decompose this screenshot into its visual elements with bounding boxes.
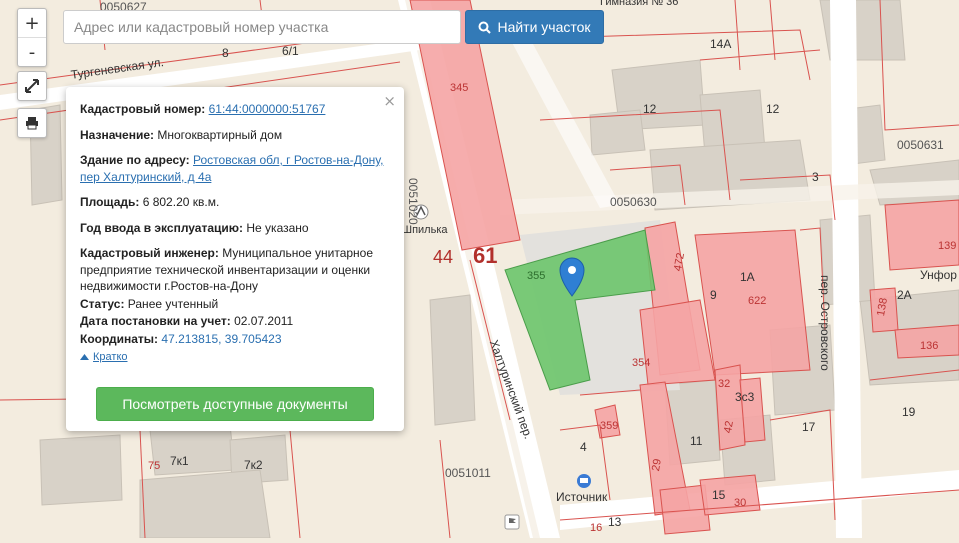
year-label: Год ввода в эксплуатацию:: [80, 220, 244, 235]
house-number: 11: [690, 434, 703, 448]
collapse-toggle[interactable]: Кратко: [80, 349, 390, 366]
print-button[interactable]: [18, 109, 46, 137]
poi-label: Шпилька: [402, 224, 448, 236]
house-number: 12: [766, 102, 780, 116]
purpose-value: Многоквартирный дом: [157, 127, 283, 142]
fullscreen-control: [17, 71, 47, 101]
area-label: Площадь:: [80, 195, 140, 209]
quarter-number: 44: [433, 247, 454, 267]
parcel-number: 75: [148, 460, 161, 472]
status-label: Статус:: [80, 296, 125, 311]
parcel-number: 136: [920, 340, 939, 352]
house-number: 12: [643, 102, 657, 116]
zoom-control: + -: [17, 8, 47, 67]
house-number: 3с3: [735, 390, 755, 404]
search-button-label: Найти участок: [497, 19, 591, 35]
status-value: Ранее учтенный: [127, 296, 219, 311]
triangle-up-icon: [80, 354, 89, 361]
parcel-number: 32: [718, 378, 731, 390]
cadastral-number-link[interactable]: 61:44:0000000:51767: [209, 102, 326, 116]
parcel-number: 359: [600, 420, 619, 432]
house-number: 17: [802, 420, 816, 434]
house-number: 7к1: [170, 454, 189, 468]
shop-poi-icon[interactable]: [577, 474, 591, 488]
house-number: 13: [608, 515, 622, 529]
print-icon: [26, 117, 38, 130]
house-number: 4: [580, 440, 587, 454]
parcel-number: 355: [527, 270, 546, 282]
address-label: Здание по адресу:: [80, 153, 190, 167]
flag-poi-icon[interactable]: [504, 514, 520, 530]
poi-label: Источник: [556, 490, 608, 504]
registration-date-value: 02.07.2011: [234, 314, 294, 328]
parcel-number: 622: [748, 295, 767, 307]
engineer-label: Кадастровый инженер:: [80, 246, 219, 260]
search-button[interactable]: Найти участок: [465, 10, 604, 44]
parcel-number: 29: [650, 457, 664, 473]
expand-icon: [25, 79, 39, 93]
cadastral-block-label: 0051020: [406, 178, 420, 225]
collapse-toggle-label: Кратко: [93, 351, 128, 363]
parcel-number: 354: [632, 357, 651, 369]
parcel-number: 30: [734, 497, 747, 509]
house-number: 19: [902, 405, 916, 419]
house-number: 9: [710, 288, 717, 302]
house-number: 14А: [710, 37, 732, 51]
house-number: 2А: [897, 288, 912, 302]
parcel-info-popup: × Кадастровый номер: 61:44:0000000:51767…: [66, 87, 404, 431]
coordinates-value[interactable]: 47.213815, 39.705423: [161, 332, 281, 346]
house-number: 7к2: [244, 458, 263, 472]
parcel-number: 139: [938, 240, 957, 252]
house-number: 15: [712, 488, 726, 502]
parcel-number: 42: [722, 419, 736, 435]
year-value: Не указано: [246, 220, 309, 235]
house-number: 6/1: [282, 44, 299, 58]
cadastral-number-label: Кадастровый номер:: [80, 102, 206, 116]
zoom-in-button[interactable]: +: [18, 9, 46, 37]
search-input[interactable]: [63, 10, 461, 44]
poi-label: Унфор: [920, 268, 957, 282]
cadastral-block-label: 0050631: [897, 138, 944, 152]
registration-date-label: Дата постановки на учет:: [80, 314, 231, 328]
quarter-number: 61: [473, 243, 498, 268]
house-number: 3: [812, 170, 819, 184]
fullscreen-button[interactable]: [18, 72, 46, 100]
coordinates-label: Координаты:: [80, 331, 159, 346]
view-documents-button[interactable]: Посмотреть доступные документы: [96, 387, 374, 421]
parcel-number: 16: [590, 522, 603, 534]
area-value: 6 802.20 кв.м.: [142, 195, 220, 209]
print-control: [17, 108, 47, 138]
close-icon[interactable]: ×: [383, 93, 396, 110]
house-number: 8: [222, 46, 229, 60]
zoom-out-button[interactable]: -: [18, 37, 46, 66]
cadastral-block-label: 0051011: [445, 466, 491, 480]
purpose-label: Назначение:: [80, 127, 155, 142]
poi-label: Гимназия № 36: [600, 0, 679, 8]
search-icon: [478, 21, 492, 34]
parcel-number: 345: [450, 82, 469, 94]
street-label: пер. Островского: [818, 275, 832, 371]
cadastral-block-label: 0050630: [610, 195, 657, 209]
house-number: 1А: [740, 270, 755, 284]
